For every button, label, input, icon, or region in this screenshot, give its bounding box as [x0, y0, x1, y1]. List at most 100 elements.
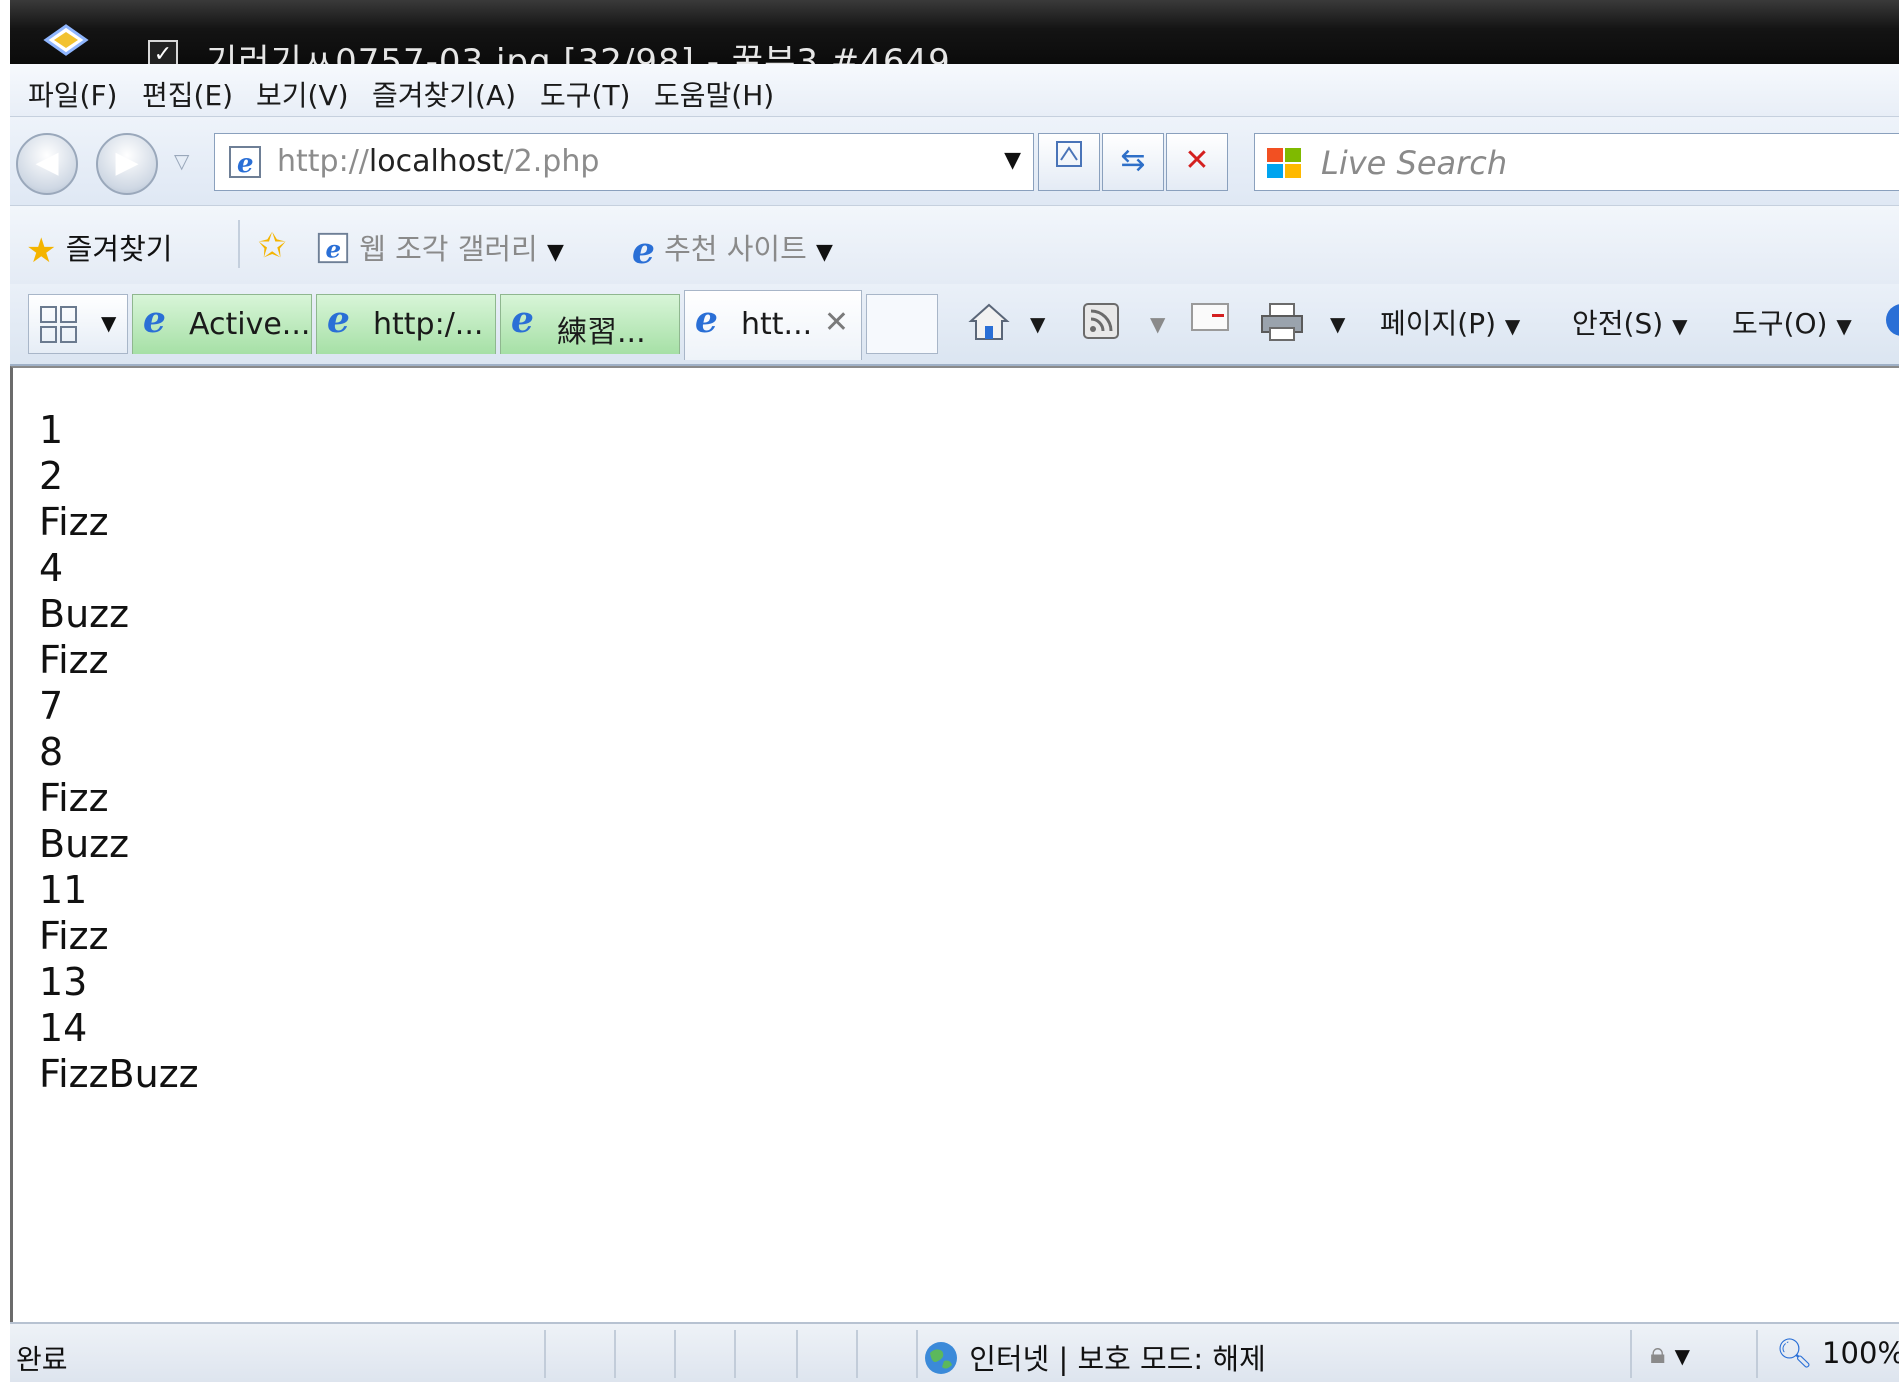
chevron-down-icon: ▼ — [1504, 314, 1521, 338]
search-field[interactable]: Live Search — [1254, 133, 1899, 191]
print-dropdown-icon[interactable]: ▼ — [1330, 312, 1345, 336]
suggested-sites-label: 추천 사이트 — [664, 232, 807, 266]
address-dropdown-icon[interactable]: ▼ — [1004, 148, 1021, 173]
home-dropdown-icon[interactable]: ▼ — [1030, 312, 1045, 336]
fizzbuzz-line: 4 — [39, 546, 64, 590]
address-field[interactable]: e http://localhost/2.php ▼ — [214, 133, 1034, 191]
add-favorite-icon: ✩ — [258, 226, 287, 266]
windows-logo-icon — [1265, 146, 1305, 184]
tab-activex[interactable]: e Active... — [132, 294, 312, 354]
refresh-button[interactable]: ⇆ — [1102, 133, 1164, 191]
chevron-down-icon: ▼ — [1674, 1344, 1691, 1368]
menu-favorites[interactable]: 즐겨찾기(A) — [372, 74, 516, 114]
page-ie-icon: e — [227, 144, 263, 184]
suggested-sites-link[interactable]: e 추천 사이트 ▼ — [632, 226, 833, 272]
security-zone[interactable]: 인터넷 | 보호 모드: 해제 — [922, 1336, 1266, 1384]
lock-shield-icon: 🔒︎ — [1650, 1336, 1666, 1370]
favorites-separator — [238, 220, 240, 268]
status-text: 완료 — [16, 1343, 68, 1376]
history-dropdown-icon[interactable]: ▽ — [174, 149, 189, 173]
url-path: /2.php — [503, 144, 600, 179]
title-bar: ✓ 기러기ㅆ0757-03.jpg [32/98] - 꿀뷰3 #4649 — [10, 0, 1899, 64]
popup-settings-button[interactable]: 🔒︎ ▼ — [1650, 1336, 1690, 1371]
compatibility-view-button[interactable] — [1038, 133, 1100, 191]
ie-icon: e — [511, 299, 534, 341]
tab-label: htt... — [741, 307, 813, 342]
home-button[interactable] — [968, 302, 1010, 349]
feeds-dropdown-icon[interactable]: ▼ — [1150, 312, 1165, 336]
browser-window: ✓ 기러기ㅆ0757-03.jpg [32/98] - 꿀뷰3 #4649 파일… — [0, 0, 1899, 1391]
status-divider — [856, 1330, 858, 1378]
menu-file[interactable]: 파일(F) — [28, 74, 117, 114]
help-globe-icon — [1884, 304, 1899, 345]
close-tab-icon[interactable]: ✕ — [824, 305, 849, 340]
tools-menu[interactable]: 도구(O) ▼ — [1732, 302, 1852, 342]
tab-current[interactable]: e htt... ✕ — [684, 290, 862, 360]
menu-tools[interactable]: 도구(T) — [540, 74, 630, 114]
zoom-control[interactable]: 🔍︎ 100% — [1776, 1336, 1899, 1371]
web-slice-gallery-label: 웹 조각 갤러리 — [359, 232, 538, 266]
fizzbuzz-line: 14 — [39, 1006, 88, 1050]
checkbox-icon: ✓ — [148, 40, 178, 64]
menu-bar: 파일(F) 편집(E) 보기(V) 즐겨찾기(A) 도구(T) 도움말(H) — [10, 64, 1899, 117]
stop-button[interactable]: ✕ — [1166, 133, 1228, 191]
forward-button[interactable]: ▶ — [96, 133, 158, 195]
page-menu[interactable]: 페이지(P) ▼ — [1380, 302, 1520, 342]
chevron-down-icon: ▼ — [1836, 314, 1852, 338]
zoom-magnifier-icon: 🔍︎ — [1776, 1336, 1813, 1370]
forward-arrow-icon: ▶ — [115, 145, 139, 180]
rss-icon — [1082, 303, 1120, 347]
menu-edit[interactable]: 편집(E) — [142, 74, 233, 114]
back-button[interactable]: ◀ — [16, 133, 78, 195]
tab-practice[interactable]: e 練習... — [500, 294, 680, 354]
new-tab-button[interactable] — [866, 294, 938, 354]
status-divider — [796, 1330, 798, 1378]
stop-icon: ✕ — [1184, 143, 1210, 178]
status-divider — [1630, 1330, 1632, 1378]
favorites-label: 즐겨찾기 — [65, 232, 173, 266]
fizzbuzz-line: 8 — [39, 730, 64, 774]
favorites-bar: ★ 즐겨찾기 ✩ e 웹 조각 갤러리 ▼ e 추천 사이트 ▼ — [10, 206, 1899, 284]
ie-icon: e — [695, 299, 718, 341]
read-mail-button[interactable] — [1190, 302, 1230, 339]
compatibility-icon — [1053, 141, 1085, 178]
tab-label: http:/... — [373, 307, 484, 342]
status-divider — [674, 1330, 676, 1378]
safety-menu[interactable]: 안전(S) ▼ — [1572, 302, 1687, 342]
quick-tabs-icon — [39, 305, 79, 349]
add-to-favorites-button[interactable]: ✩ — [258, 226, 287, 266]
quick-tabs-button[interactable]: ▼ — [28, 294, 128, 354]
fizzbuzz-line: Fizz — [39, 500, 109, 544]
fizzbuzz-line: 7 — [39, 684, 64, 728]
tools-menu-label: 도구(O) — [1732, 307, 1828, 340]
menu-help[interactable]: 도움말(H) — [654, 74, 774, 114]
home-icon — [968, 303, 1010, 349]
svg-text:e: e — [237, 149, 254, 179]
favorites-button[interactable]: ★ 즐겨찾기 — [26, 226, 172, 271]
fizzbuzz-line: 2 — [39, 454, 64, 498]
tab-row: ▼ e Active... e http:/... e 練習... e htt.… — [10, 284, 1899, 366]
ie-icon: e — [143, 299, 166, 341]
feeds-button[interactable] — [1082, 302, 1120, 347]
security-zone-label: 인터넷 | 보호 모드: 해제 — [969, 1342, 1266, 1376]
mail-icon — [1190, 303, 1230, 339]
chevron-down-icon: ▼ — [1672, 314, 1688, 338]
fizzbuzz-line: 13 — [39, 960, 88, 1004]
tab-list-dropdown-icon[interactable]: ▼ — [101, 311, 116, 335]
chevron-down-icon: ▼ — [546, 240, 564, 265]
zoom-level: 100% — [1822, 1336, 1899, 1370]
help-button[interactable] — [1884, 302, 1899, 345]
menu-view[interactable]: 보기(V) — [256, 74, 349, 114]
web-slice-gallery-link[interactable]: e 웹 조각 갤러리 ▼ — [316, 226, 564, 272]
print-button[interactable] — [1260, 302, 1304, 349]
safety-menu-label: 안전(S) — [1572, 307, 1664, 340]
page-menu-label: 페이지(P) — [1380, 307, 1497, 340]
search-placeholder: Live Search — [1321, 144, 1508, 182]
status-divider — [734, 1330, 736, 1378]
tab-http[interactable]: e http:/... — [316, 294, 496, 354]
page-content: 1 2 Fizz 4 Buzz Fizz 7 8 Fizz Buzz 11 Fi… — [10, 366, 1899, 1323]
fizzbuzz-line: Fizz — [39, 638, 109, 682]
fizzbuzz-line: Fizz — [39, 914, 109, 958]
fizzbuzz-line: Buzz — [39, 592, 130, 636]
printer-icon — [1260, 303, 1304, 349]
